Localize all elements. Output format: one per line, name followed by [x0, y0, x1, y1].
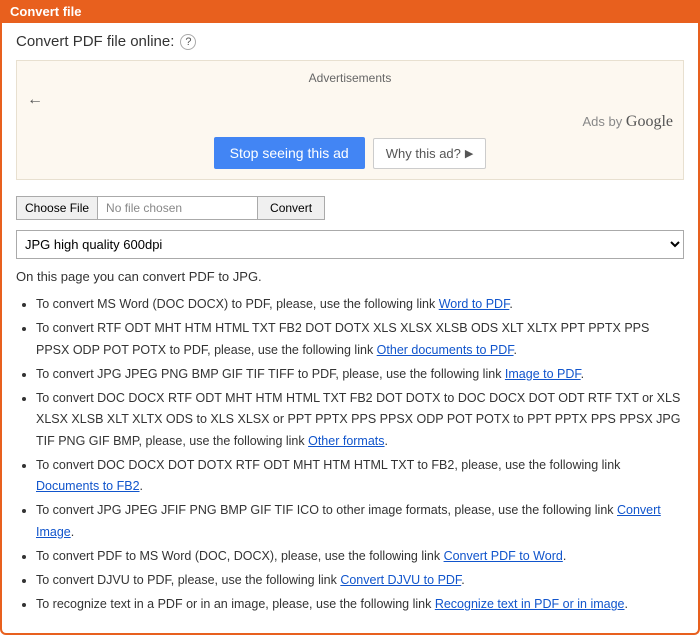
- page-heading: Convert PDF file online: ?: [16, 33, 684, 50]
- list-item: To convert DOC DOCX RTF ODT MHT HTM HTML…: [36, 388, 684, 452]
- list-item: To convert PDF to MS Word (DOC, DOCX), p…: [36, 546, 684, 567]
- why-this-ad-button[interactable]: Why this ad? ▶: [373, 138, 487, 169]
- page-heading-text: Convert PDF file online:: [16, 33, 174, 50]
- info-link[interactable]: Word to PDF: [439, 297, 510, 311]
- info-link[interactable]: Recognize text in PDF or in image: [435, 597, 625, 611]
- info-link[interactable]: Convert PDF to Word: [444, 549, 563, 563]
- top-bar: Convert file: [0, 0, 700, 23]
- info-icon: ▶: [465, 147, 473, 160]
- list-item: To convert JPG JPEG JFIF PNG BMP GIF TIF…: [36, 500, 684, 543]
- ad-buttons: Stop seeing this ad Why this ad? ▶: [27, 137, 673, 169]
- list-item: To recognize text in a PDF or in an imag…: [36, 594, 684, 615]
- info-link[interactable]: Other documents to PDF: [377, 343, 514, 357]
- main-container: Convert PDF file online: ? Advertisement…: [0, 23, 700, 635]
- stop-seeing-ad-button[interactable]: Stop seeing this ad: [214, 137, 365, 169]
- ads-by-google: Ads by Google: [27, 113, 673, 131]
- info-link[interactable]: Convert Image: [36, 503, 661, 538]
- help-icon[interactable]: ?: [180, 34, 196, 50]
- top-bar-label: Convert file: [10, 4, 82, 19]
- choose-file-button[interactable]: Choose File: [16, 196, 98, 220]
- list-item: To convert RTF ODT MHT HTM HTML TXT FB2 …: [36, 318, 684, 361]
- info-link[interactable]: Documents to FB2: [36, 479, 140, 493]
- file-section: Choose File No file chosen Convert: [16, 196, 684, 220]
- back-arrow[interactable]: ←: [27, 91, 673, 109]
- ad-section: Advertisements ← Ads by Google Stop seei…: [16, 60, 684, 180]
- info-link[interactable]: Convert DJVU to PDF: [340, 573, 461, 587]
- list-item: To convert DJVU to PDF, please, use the …: [36, 570, 684, 591]
- info-list: To convert MS Word (DOC DOCX) to PDF, pl…: [16, 294, 684, 616]
- format-select[interactable]: JPG high quality 600dpiJPG high quality …: [16, 230, 684, 259]
- file-name-display: No file chosen: [98, 196, 258, 220]
- info-link[interactable]: Image to PDF: [505, 367, 581, 381]
- list-item: To convert DOC DOCX DOT DOTX RTF ODT MHT…: [36, 455, 684, 498]
- ad-label: Advertisements: [27, 71, 673, 85]
- list-item: To convert JPG JPEG PNG BMP GIF TIF TIFF…: [36, 364, 684, 385]
- description: On this page you can convert PDF to JPG.: [16, 269, 684, 284]
- list-item: To convert MS Word (DOC DOCX) to PDF, pl…: [36, 294, 684, 315]
- info-link[interactable]: Other formats: [308, 434, 384, 448]
- convert-button[interactable]: Convert: [258, 196, 325, 220]
